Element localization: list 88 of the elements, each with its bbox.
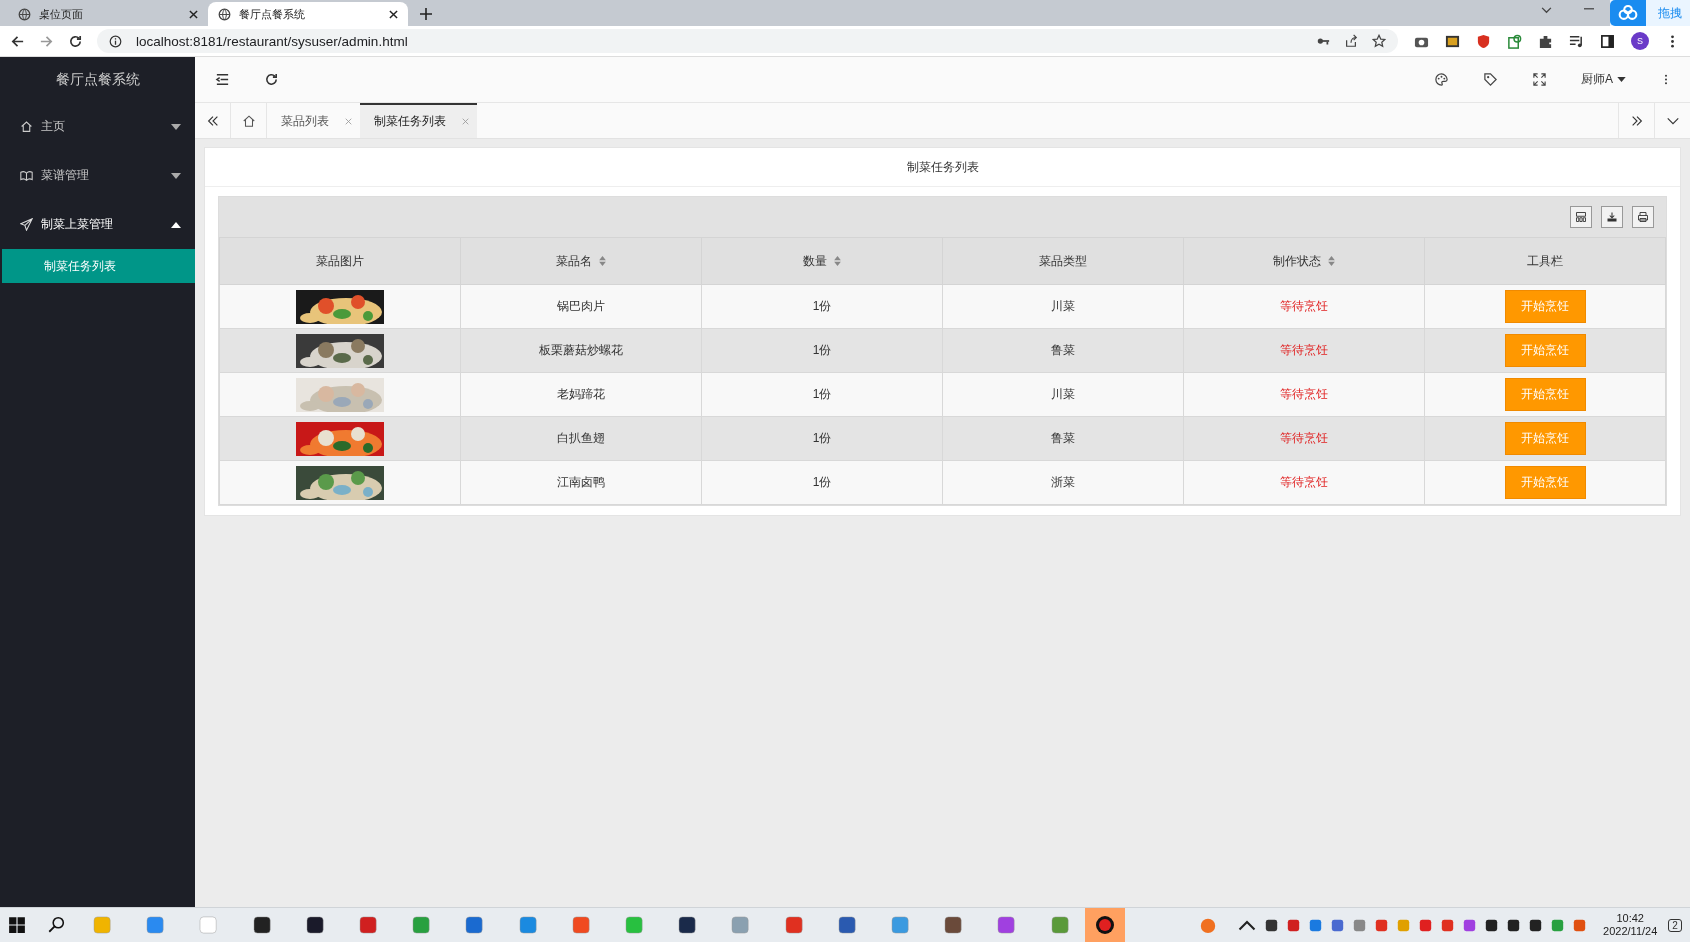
column-header: 制作状态 [1273, 253, 1321, 268]
menu-collapse-icon[interactable] [215, 72, 230, 87]
user-menu[interactable]: 厨师A [1581, 71, 1626, 88]
extensions-icon[interactable] [1538, 33, 1553, 49]
new-tab-icon[interactable] [420, 8, 432, 20]
playlist-icon[interactable] [1569, 33, 1584, 49]
home-icon [241, 113, 256, 128]
address-bar[interactable]: localhost:8181/restaurant/sysuser/admin.html [97, 29, 1398, 53]
profile-avatar[interactable]: S [1631, 32, 1649, 50]
browser-tab[interactable]: 桌位页面 [8, 2, 208, 26]
page-tab[interactable]: 菜品列表 [267, 103, 360, 138]
column-header: 工具栏 [1527, 253, 1563, 268]
double-chevron-left-icon [205, 113, 220, 128]
tag-icon[interactable] [1483, 72, 1498, 87]
submenu-item[interactable]: 制菜任务列表 [2, 249, 195, 283]
tray-icon[interactable] [1265, 918, 1279, 932]
windows-start-icon[interactable] [8, 916, 26, 934]
status-text: 等待烹饪 [1280, 431, 1328, 445]
table-cell: 1份 [812, 299, 832, 313]
column-header: 菜品图片 [316, 253, 364, 268]
sort-icon[interactable] [1328, 255, 1335, 266]
search-icon[interactable] [47, 916, 65, 934]
chevron-down-icon[interactable] [1541, 7, 1552, 14]
caret-down-icon [171, 123, 181, 130]
globe-icon [18, 7, 31, 21]
table-cell: 川菜 [1051, 299, 1075, 313]
fullscreen-icon[interactable] [1532, 72, 1547, 87]
table-cell: 白扒鱼翅 [557, 431, 605, 445]
globe-icon [218, 7, 231, 21]
panel-title: 制菜任务列表 [906, 158, 979, 176]
status-text: 等待烹饪 [1280, 299, 1328, 313]
tray-icon[interactable] [1529, 918, 1543, 932]
table-cell: 鲁菜 [1051, 343, 1075, 357]
print-button[interactable] [1632, 206, 1654, 228]
side-panel-icon[interactable] [1600, 33, 1615, 49]
download-icon [1606, 211, 1618, 223]
tray-icon[interactable] [1507, 918, 1521, 932]
reload-icon[interactable] [68, 33, 83, 49]
status-text: 等待烹饪 [1280, 475, 1328, 489]
table-cell: 鲁菜 [1051, 431, 1075, 445]
paper-plane-icon [20, 218, 33, 231]
column-header: 数量 [803, 253, 827, 268]
star-icon[interactable] [1372, 34, 1386, 48]
export-button[interactable] [1601, 206, 1623, 228]
close-icon[interactable] [189, 9, 198, 19]
shield-icon[interactable] [1476, 33, 1491, 49]
table-cell: 1份 [812, 343, 832, 357]
columns-button[interactable] [1570, 206, 1592, 228]
tray-icon[interactable] [1485, 918, 1499, 932]
app-title: 餐厅点餐系统 [54, 69, 141, 89]
columns-icon [1575, 211, 1587, 223]
menu-item[interactable]: 菜谱管理 [0, 151, 195, 200]
table-cell: 老妈蹄花 [557, 387, 605, 401]
share-icon[interactable] [1344, 34, 1358, 48]
table-cell: 锅巴肉片 [557, 299, 605, 313]
table-cell: 板栗蘑菇炒螺花 [539, 343, 623, 357]
sort-icon[interactable] [834, 255, 841, 266]
clock[interactable]: 10:42 2022/11/24 [1603, 912, 1658, 938]
app-tray-icon[interactable] [1199, 916, 1218, 934]
table-cell: 1份 [812, 475, 832, 489]
close-icon[interactable] [389, 9, 398, 19]
refresh-icon[interactable] [264, 72, 279, 87]
caret-down-icon [1617, 77, 1626, 82]
palette-icon[interactable] [1434, 72, 1449, 87]
caret-up-icon [171, 221, 181, 228]
table-cell: 浙菜 [1051, 475, 1075, 489]
info-icon [109, 34, 122, 48]
status-text: 等待烹饪 [1280, 387, 1328, 401]
caret-down-icon [171, 172, 181, 179]
recorder-taskbar-button[interactable] [1084, 908, 1125, 942]
book-icon [20, 169, 33, 182]
browser-tab[interactable]: 餐厅点餐系统 [208, 2, 408, 26]
table-cell: 川菜 [1051, 387, 1075, 401]
page-tab[interactable]: 制菜任务列表 [360, 103, 477, 138]
status-text: 等待烹饪 [1280, 343, 1328, 357]
column-header: 菜品名 [556, 253, 592, 268]
menu-item[interactable]: 制菜上菜管理 [0, 200, 195, 249]
record-icon [1094, 915, 1115, 935]
table-cell: 江南卤鸭 [557, 475, 605, 489]
column-header: 菜品类型 [1039, 253, 1087, 268]
notification-badge[interactable]: 2 [1668, 918, 1682, 932]
table-cell: 1份 [812, 387, 832, 401]
home-icon [20, 120, 33, 133]
print-icon [1637, 211, 1649, 223]
picture-extension-icon[interactable] [1445, 33, 1460, 49]
menu-item[interactable]: 主页 [0, 102, 195, 151]
sort-icon[interactable] [599, 255, 606, 266]
table-cell: 1份 [812, 431, 832, 445]
